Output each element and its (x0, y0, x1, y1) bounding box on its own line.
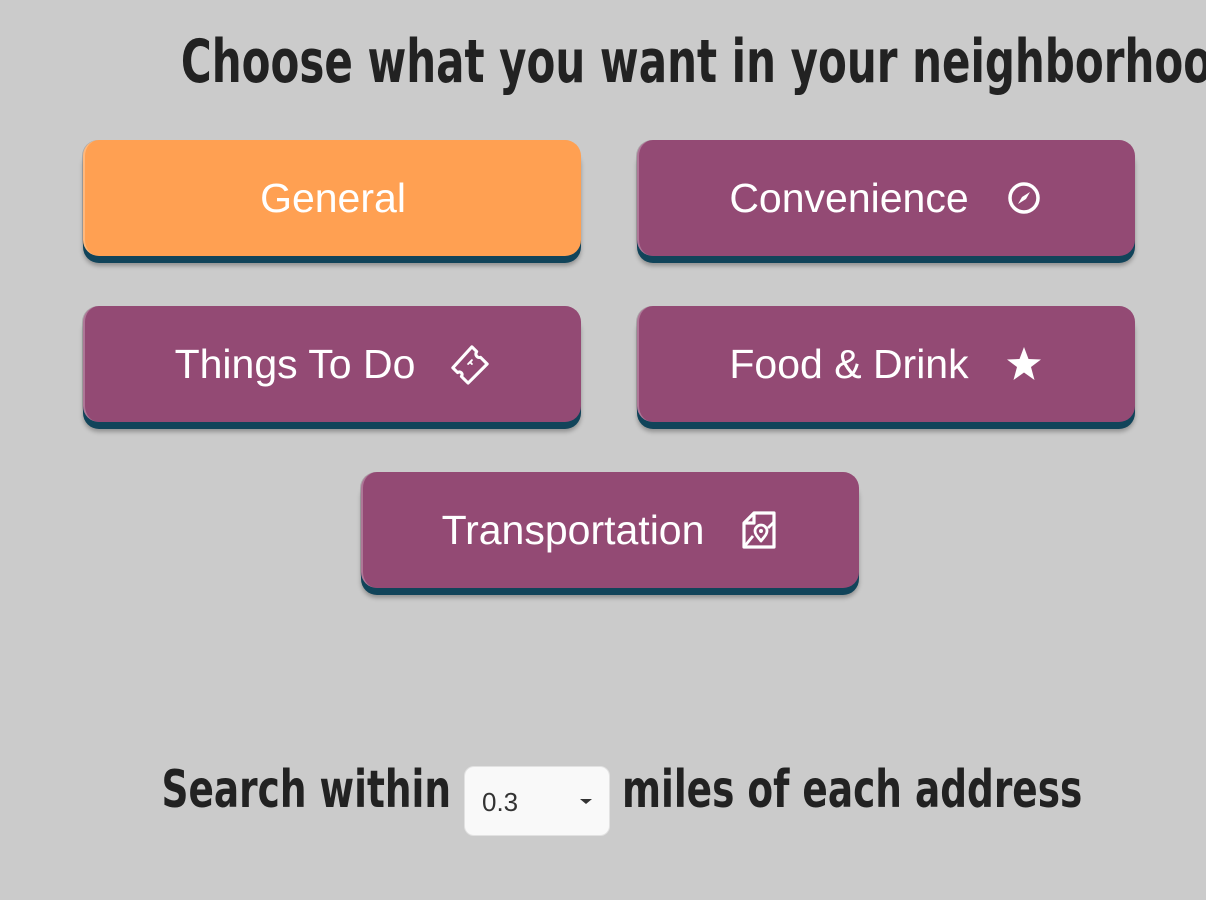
compass-icon (1003, 177, 1045, 219)
page-title: Choose what you want in your neighborhoo… (180, 27, 1206, 97)
category-label: Convenience (729, 174, 969, 221)
distance-select[interactable]: 0.3 (464, 766, 610, 836)
chevron-down-icon (580, 799, 592, 804)
category-label: General (260, 174, 406, 221)
category-button-convenience[interactable]: Convenience (637, 140, 1135, 256)
category-button-transportation[interactable]: Transportation (361, 472, 859, 588)
ticket-icon (449, 343, 491, 385)
distance-value: 0.3 (482, 787, 519, 817)
map-pin-icon (738, 509, 780, 551)
category-button-things-to-do[interactable]: Things To Do (83, 306, 581, 422)
category-button-food-drink[interactable]: Food & Drink (637, 306, 1135, 422)
search-prefix-text: Search within (161, 760, 451, 820)
star-icon (1003, 343, 1045, 385)
search-suffix-text: miles of each address (622, 760, 1083, 820)
category-button-general[interactable]: General (83, 140, 581, 256)
category-label: Things To Do (174, 340, 416, 387)
category-label: Food & Drink (729, 340, 969, 387)
search-radius-row: Search within 0.3 miles of each address (0, 764, 1206, 836)
category-label: Transportation (441, 506, 705, 553)
